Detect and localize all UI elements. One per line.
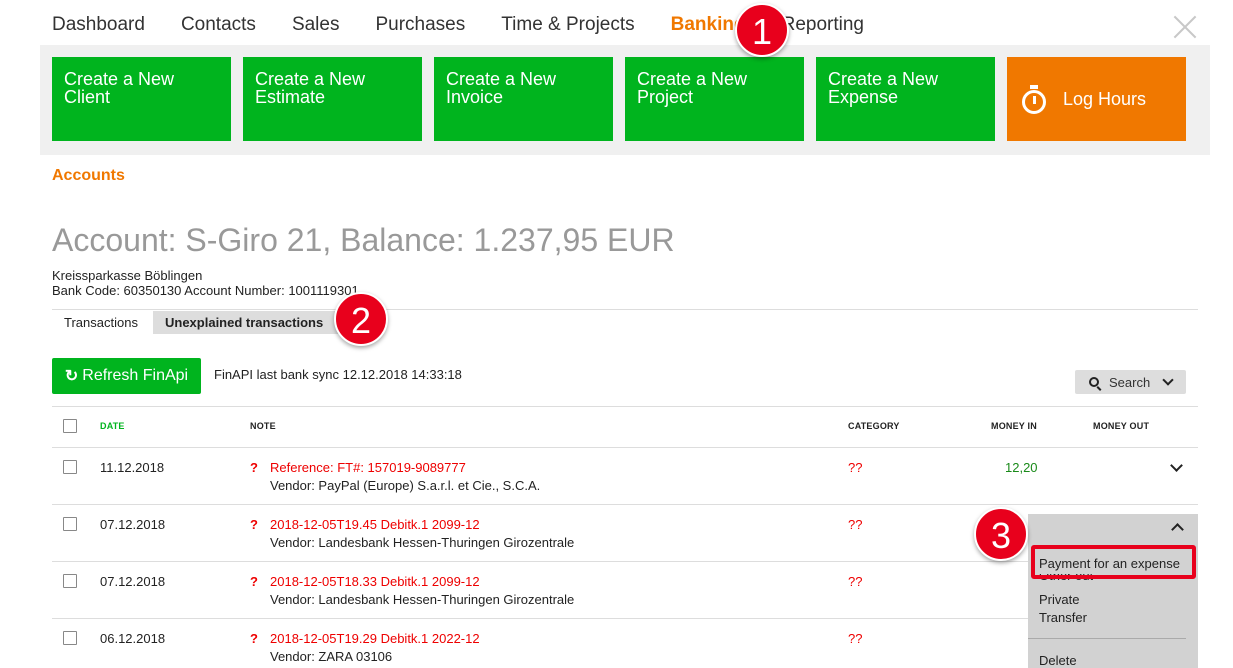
row-category[interactable]: ?? [848, 460, 862, 475]
highlight-annotation [1031, 545, 1196, 579]
quick-actions-panel: Create a New Client Create a New Estimat… [40, 45, 1210, 155]
log-hours-button[interactable]: Log Hours [1007, 57, 1186, 141]
unexplained-flag: ? [250, 574, 258, 589]
row-checkbox[interactable] [63, 460, 77, 474]
chevron-down-icon[interactable] [1170, 459, 1183, 472]
row-date: 07.12.2018 [100, 517, 166, 532]
row-note: Reference: FT#: 157019-9089777 [270, 460, 466, 475]
tab-unexplained-transactions[interactable]: Unexplained transactions [153, 311, 343, 334]
row-note: 2018-12-05T19.29 Debitk.1 2022-12 [270, 631, 480, 646]
callout-badge-2: 2 [334, 292, 388, 346]
unexplained-flag: ? [250, 460, 258, 475]
row-checkbox[interactable] [63, 517, 77, 531]
row-date: 07.12.2018 [100, 574, 166, 589]
close-icon[interactable] [1172, 14, 1198, 40]
create-invoice-button[interactable]: Create a New Invoice [434, 57, 613, 141]
row-vendor: Vendor: Landesbank Hessen-Thuringen Giro… [270, 535, 575, 550]
nav-contacts[interactable]: Contacts [181, 13, 256, 37]
create-estimate-button[interactable]: Create a New Estimate [243, 57, 422, 141]
search-icon [1089, 377, 1099, 387]
tabs-divider [52, 309, 1198, 310]
row-vendor: Vendor: PayPal (Europe) S.a.r.l. et Cie.… [270, 478, 541, 493]
bank-details: Bank Code: 60350130 Account Number: 1001… [52, 283, 359, 298]
column-header-money-out: MONEY OUT [1093, 421, 1150, 431]
callout-badge-3: 3 [974, 507, 1028, 561]
row-note: 2018-12-05T18.33 Debitk.1 2099-12 [270, 574, 480, 589]
row-divider [52, 561, 1028, 562]
row-checkbox[interactable] [63, 631, 77, 645]
menu-item-delete[interactable]: Delete [1039, 653, 1077, 668]
table-top-border [52, 406, 1198, 407]
row-category[interactable]: ?? [848, 631, 862, 646]
page-title: Account: S-Giro 21, Balance: 1.237,95 EU… [52, 222, 675, 258]
select-all-checkbox[interactable] [63, 419, 77, 433]
callout-badge-1: 1 [735, 3, 789, 57]
row-vendor: Vendor: Landesbank Hessen-Thuringen Giro… [270, 592, 575, 607]
stopwatch-icon [1021, 85, 1047, 114]
row-note: 2018-12-05T19.45 Debitk.1 2099-12 [270, 517, 480, 532]
row-vendor: Vendor: ZARA 03106 [270, 649, 393, 664]
breadcrumb-accounts[interactable]: Accounts [52, 167, 125, 185]
create-client-button[interactable]: Create a New Client [52, 57, 231, 141]
menu-divider [1028, 638, 1186, 639]
nav-purchases[interactable]: Purchases [375, 13, 465, 37]
refresh-label: Refresh FinApi [82, 367, 189, 384]
nav-time-projects[interactable]: Time & Projects [501, 13, 634, 37]
row-checkbox[interactable] [63, 574, 77, 588]
column-header-category: CATEGORY [848, 421, 900, 431]
row-date: 06.12.2018 [100, 631, 166, 646]
nav-reporting[interactable]: Reporting [782, 13, 864, 37]
explain-dropdown-menu: Payment for an expense Other out Private… [1028, 514, 1198, 668]
bank-name: Kreissparkasse Böblingen [52, 268, 203, 283]
search-button[interactable]: Search [1075, 370, 1186, 394]
row-divider [52, 504, 1198, 505]
row-money-in: 12,20 [1005, 460, 1038, 475]
header-divider [52, 447, 1198, 448]
create-expense-button[interactable]: Create a New Expense [816, 57, 995, 141]
unexplained-flag: ? [250, 631, 258, 646]
menu-item-private[interactable]: Private [1039, 592, 1079, 607]
row-category[interactable]: ?? [848, 517, 862, 532]
refresh-icon: ↻ [64, 368, 79, 385]
unexplained-flag: ? [250, 517, 258, 532]
column-header-money-in: MONEY IN [991, 421, 1037, 431]
tab-transactions[interactable]: Transactions [52, 311, 150, 334]
search-label: Search [1109, 374, 1151, 390]
chevron-down-icon [1162, 374, 1174, 386]
create-project-button[interactable]: Create a New Project [625, 57, 804, 141]
row-category[interactable]: ?? [848, 574, 862, 589]
chevron-up-icon[interactable] [1171, 523, 1184, 536]
refresh-finapi-button[interactable]: ↻ Refresh FinApi [52, 358, 201, 394]
row-divider [52, 618, 1028, 619]
log-hours-label: Log Hours [1063, 89, 1147, 109]
nav-dashboard[interactable]: Dashboard [52, 13, 145, 37]
row-date: 11.12.2018 [100, 460, 165, 475]
sync-status: FinAPI last bank sync 12.12.2018 14:33:1… [214, 367, 462, 382]
menu-item-transfer[interactable]: Transfer [1039, 610, 1087, 625]
nav-sales[interactable]: Sales [292, 13, 340, 37]
column-header-note: NOTE [250, 421, 276, 431]
column-header-date[interactable]: DATE [100, 421, 125, 431]
